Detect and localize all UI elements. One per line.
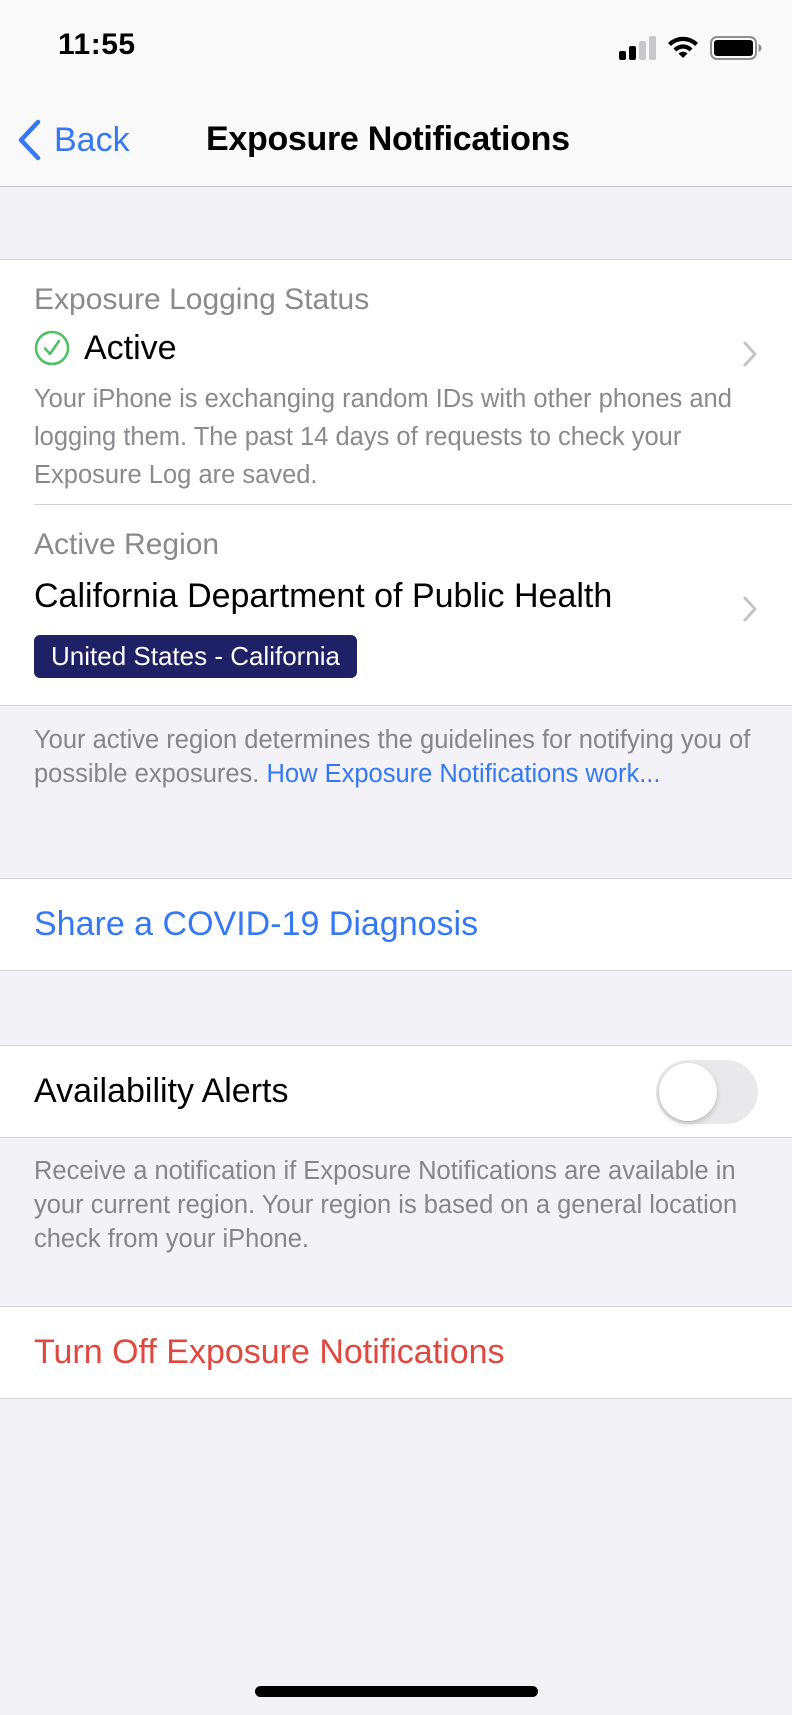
status-region-group: Exposure Logging Status Active Your iPho… [0,259,792,706]
turn-off-exposure-notifications-button[interactable]: Turn Off Exposure Notifications [0,1307,792,1397]
logging-status-header: Exposure Logging Status [34,283,370,316]
logging-status-description: Your iPhone is exchanging random IDs wit… [34,385,732,489]
region-footer: Your active region determines the guidel… [34,723,754,791]
signal-bar [629,46,636,60]
signal-bar [619,51,626,60]
exposure-logging-status-cell[interactable]: Exposure Logging Status Active Your iPho… [0,260,792,505]
active-region-header: Active Region [34,528,220,561]
availability-alerts-label: Availability Alerts [34,1071,289,1110]
chevron-right-icon [743,341,757,367]
turn-off-group: Turn Off Exposure Notifications [0,1306,792,1399]
wifi-icon [668,36,698,58]
cellular-signal-icon [619,36,657,60]
status-bar: 11:55 [0,0,792,100]
status-time: 11:55 [58,28,136,61]
share-diagnosis-label: Share a COVID-19 Diagnosis [34,904,479,943]
back-button[interactable]: Back [16,118,130,162]
chevron-right-icon [743,596,757,622]
turn-off-label: Turn Off Exposure Notifications [34,1332,505,1371]
alerts-footer: Receive a notification if Exposure Notif… [34,1157,738,1253]
active-region-cell[interactable]: Active Region California Department of P… [0,505,792,705]
active-region-authority: California Department of Public Health [34,577,613,615]
region-badge: United States - California [34,635,358,678]
battery-icon [710,36,762,60]
chevron-left-icon [18,119,41,161]
availability-alerts-toggle[interactable] [656,1060,758,1124]
toggle-knob [659,1063,717,1121]
how-exposure-notifications-work-link[interactable]: How Exposure Notifications work... [266,760,660,788]
home-indicator[interactable] [255,1686,538,1697]
availability-alerts-group: Availability Alerts [0,1045,792,1138]
logging-status-value: Active [84,328,177,367]
signal-bar [649,36,656,60]
checkmark-circle-icon [34,330,70,366]
back-label: Back [54,120,130,159]
navigation-bar: Back Exposure Notifications [0,100,792,187]
availability-alerts-cell: Availability Alerts [0,1046,792,1136]
share-diagnosis-group: Share a COVID-19 Diagnosis [0,878,792,971]
signal-bar [639,41,646,60]
page-title: Exposure Notifications [206,120,570,158]
share-diagnosis-button[interactable]: Share a COVID-19 Diagnosis [0,879,792,969]
